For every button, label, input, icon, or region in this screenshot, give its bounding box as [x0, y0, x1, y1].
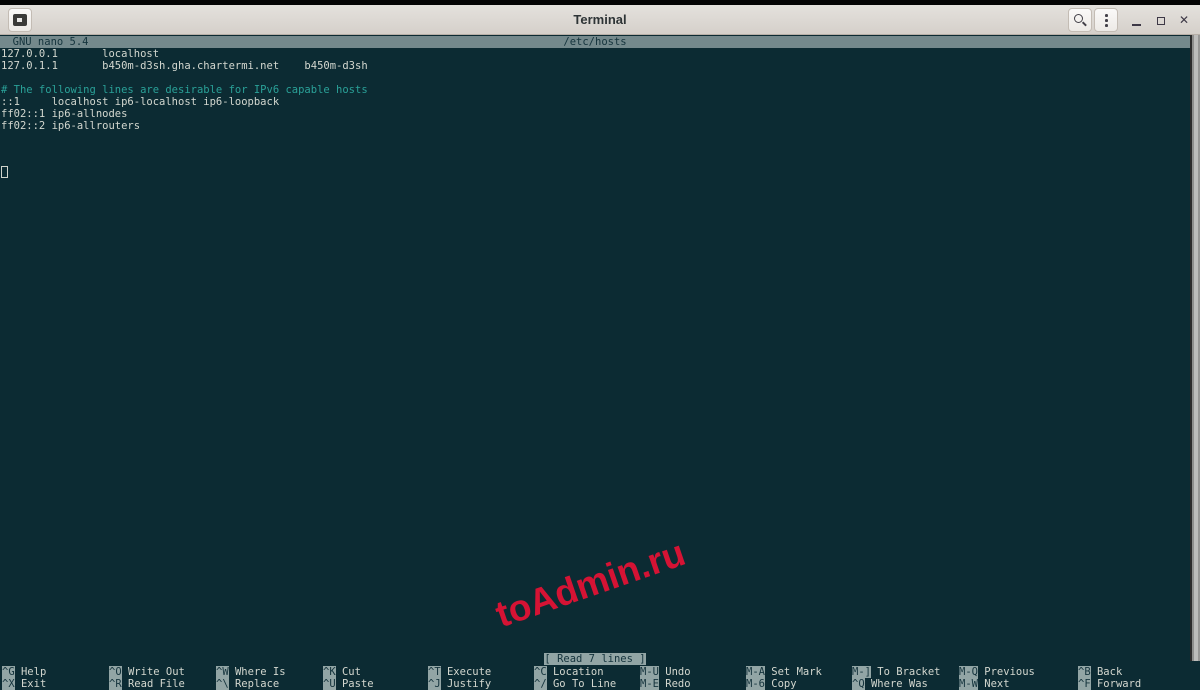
shortcut-item: ^B Back [1078, 666, 1122, 678]
editor-line: ff02::2 ip6-allrouters [1, 120, 140, 132]
shortcut-item: M-W Next [959, 678, 1010, 690]
shortcut-key: ^J [428, 678, 441, 690]
shortcut-label: Exit [15, 678, 47, 690]
shortcut-label: Location [547, 666, 604, 678]
shortcut-label: Paste [336, 678, 374, 690]
shortcut-item: ^X Exit [2, 678, 46, 690]
kebab-menu-icon [1105, 14, 1108, 28]
shortcut-item: ^U Paste [323, 678, 374, 690]
shortcut-key: ^R [109, 678, 122, 690]
shortcut-key: ^B [1078, 666, 1091, 678]
minimize-button[interactable] [1124, 8, 1148, 32]
shortcut-key: ^F [1078, 678, 1091, 690]
shortcut-item: ^C Location [534, 666, 604, 678]
shortcut-item: M-6 Copy [746, 678, 797, 690]
shortcut-item: ^F Forward [1078, 678, 1141, 690]
shortcut-label: Back [1091, 666, 1123, 678]
shortcut-item: ^O Write Out [109, 666, 185, 678]
editor-line: # The following lines are desirable for … [1, 84, 368, 96]
shortcut-item: ^J Justify [428, 678, 491, 690]
shortcut-key: M-E [640, 678, 659, 690]
shortcut-item: M-] To Bracket [852, 666, 941, 678]
shortcut-label: Forward [1091, 678, 1142, 690]
shortcut-label: Copy [765, 678, 797, 690]
shortcut-item: ^G Help [2, 666, 46, 678]
shortcut-label: Undo [659, 666, 691, 678]
shortcut-key: ^G [2, 666, 15, 678]
shortcut-key: ^K [323, 666, 336, 678]
search-button[interactable] [1068, 8, 1092, 32]
shortcut-label: Next [978, 678, 1010, 690]
shortcut-label: Go To Line [547, 678, 617, 690]
shortcut-item: M-U Undo [640, 666, 691, 678]
shortcut-item: ^\ Replace [216, 678, 279, 690]
shortcut-key: M-A [746, 666, 765, 678]
editor-line: ::1 localhost ip6-localhost ip6-loopback [1, 96, 279, 108]
shortcut-key: ^Q [852, 678, 865, 690]
shortcut-label: Previous [978, 666, 1035, 678]
shortcut-item: ^K Cut [323, 666, 361, 678]
shortcut-key: ^\ [216, 678, 229, 690]
shortcut-key: M-6 [746, 678, 765, 690]
shortcut-label: Execute [441, 666, 492, 678]
shortcut-item: ^R Read File [109, 678, 185, 690]
shortcut-label: Help [15, 666, 47, 678]
shortcut-item: ^T Execute [428, 666, 491, 678]
shortcut-key: ^/ [534, 678, 547, 690]
search-icon [1074, 14, 1083, 23]
maximize-button[interactable] [1149, 8, 1173, 32]
editor-line: ff02::1 ip6-allnodes [1, 108, 127, 120]
shortcut-label: Cut [336, 666, 361, 678]
shortcut-label: Replace [229, 678, 280, 690]
nano-status-message: [ Read 7 lines ] [544, 653, 645, 665]
terminal-content-area[interactable]: /etc/hosts GNU nano 5.4 127.0.0.1 localh… [0, 35, 1200, 661]
shortcut-key: ^T [428, 666, 441, 678]
editor-line: 127.0.1.1 b450m-d3sh.gha.chartermi.net b… [1, 60, 368, 72]
window-title: Terminal [0, 5, 1200, 35]
shortcut-label: Write Out [122, 666, 185, 678]
shortcut-key: ^X [2, 678, 15, 690]
shortcut-key: ^C [534, 666, 547, 678]
shortcut-label: Redo [659, 678, 691, 690]
window-titlebar: Terminal ✕ [0, 5, 1200, 35]
shortcut-item: ^W Where Is [216, 666, 286, 678]
nano-version: GNU nano 5.4 [0, 36, 89, 48]
shortcut-key: ^W [216, 666, 229, 678]
shortcut-item: M-Q Previous [959, 666, 1035, 678]
shortcut-item: ^/ Go To Line [534, 678, 616, 690]
shortcut-key: M-W [959, 678, 978, 690]
maximize-icon [1157, 17, 1165, 25]
close-button[interactable]: ✕ [1172, 8, 1196, 32]
nano-status-line: [ Read 7 lines ] [0, 653, 1190, 665]
nano-filename: /etc/hosts [0, 36, 1190, 48]
shortcut-label: Justify [441, 678, 492, 690]
shortcut-key: M-] [852, 666, 871, 678]
shortcut-key: M-U [640, 666, 659, 678]
terminal-icon [13, 14, 27, 26]
shortcut-label: Where Was [865, 678, 928, 690]
shortcut-label: Read File [122, 678, 185, 690]
minimize-icon [1132, 24, 1141, 26]
shortcut-item: M-E Redo [640, 678, 691, 690]
shortcut-key: ^O [109, 666, 122, 678]
new-terminal-button[interactable] [8, 8, 32, 32]
nano-titlebar: /etc/hosts GNU nano 5.4 [0, 36, 1190, 48]
shortcut-key: M-Q [959, 666, 978, 678]
shortcut-item: ^Q Where Was [852, 678, 928, 690]
shortcut-label: To Bracket [871, 666, 941, 678]
text-cursor [1, 166, 8, 178]
menu-button[interactable] [1094, 8, 1118, 32]
shortcut-key: ^U [323, 678, 336, 690]
shortcut-item: M-A Set Mark [746, 666, 822, 678]
shortcut-label: Where Is [229, 666, 286, 678]
editor-line: 127.0.0.1 localhost [1, 48, 159, 60]
terminal-scrollbar[interactable] [1190, 35, 1200, 661]
shortcut-label: Set Mark [765, 666, 822, 678]
